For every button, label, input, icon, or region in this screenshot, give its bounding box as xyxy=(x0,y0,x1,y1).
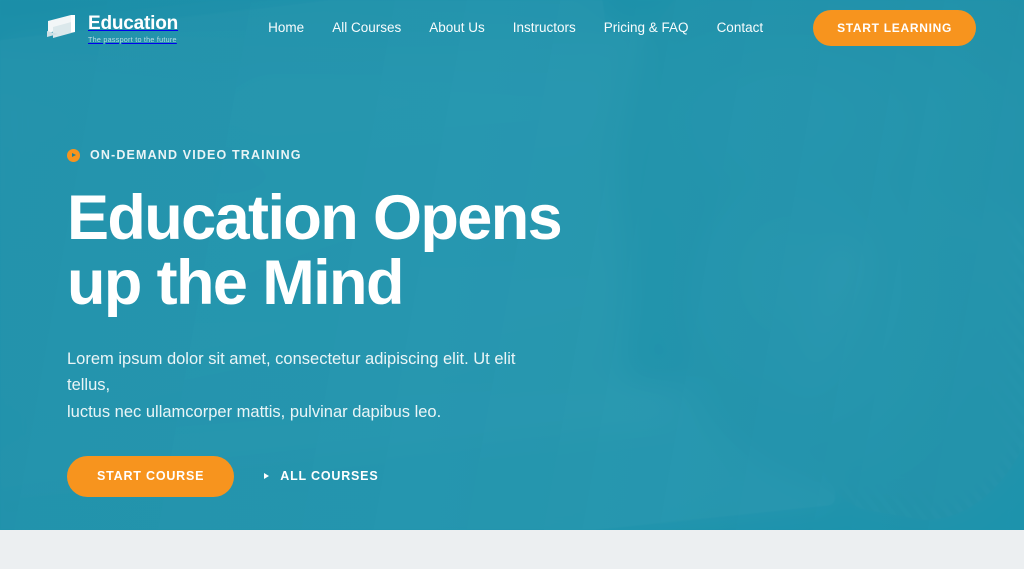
hero-title: Education Opens up the Mind xyxy=(67,186,687,316)
nav-item-pricing-faq[interactable]: Pricing & FAQ xyxy=(604,20,689,35)
nav-item-home[interactable]: Home xyxy=(268,20,304,35)
play-circle-icon xyxy=(67,148,80,162)
start-course-button[interactable]: START COURSE xyxy=(67,455,235,497)
hero-actions: START COURSE ALL COURSES xyxy=(67,455,687,497)
logo-name: Education xyxy=(88,12,179,34)
site-header: Education The passport to the future Hom… xyxy=(0,0,1024,55)
hero-subtitle: Lorem ipsum dolor sit amet, consectetur … xyxy=(67,346,547,426)
hero-content: ON-DEMAND VIDEO TRAINING Education Opens… xyxy=(67,148,687,497)
logo[interactable]: Education The passport to the future xyxy=(44,12,178,43)
landing-page: Education The passport to the future Hom… xyxy=(0,0,1024,569)
all-courses-link-label: ALL COURSES xyxy=(280,469,379,484)
arrow-chevron-logo-icon xyxy=(47,15,75,39)
nav-item-all-courses[interactable]: All Courses xyxy=(332,20,401,35)
hero-subtitle-line-2: luctus nec ullamcorper mattis, pulvinar … xyxy=(67,403,442,422)
hero-subtitle-line-1: Lorem ipsum dolor sit amet, consectetur … xyxy=(67,349,516,395)
hero-eyebrow-text: ON-DEMAND VIDEO TRAINING xyxy=(90,148,302,162)
main-navigation: Home All Courses About Us Instructors Pr… xyxy=(268,9,976,46)
hero-eyebrow: ON-DEMAND VIDEO TRAINING xyxy=(67,148,687,162)
play-triangle-icon xyxy=(264,473,270,480)
nav-item-about-us[interactable]: About Us xyxy=(429,20,485,35)
hero-section: Education The passport to the future Hom… xyxy=(0,0,1024,530)
hero-title-line-2: up the Mind xyxy=(67,247,404,318)
hero-title-line-1: Education Opens xyxy=(67,183,563,253)
logo-tagline: The passport to the future xyxy=(88,34,177,44)
below-fold-section xyxy=(0,530,1024,569)
nav-item-instructors[interactable]: Instructors xyxy=(513,20,576,35)
start-learning-button[interactable]: START LEARNING xyxy=(813,9,976,46)
all-courses-link[interactable]: ALL COURSES xyxy=(264,469,378,483)
logo-text: Education The passport to the future xyxy=(88,12,178,43)
nav-item-contact[interactable]: Contact xyxy=(717,20,764,35)
